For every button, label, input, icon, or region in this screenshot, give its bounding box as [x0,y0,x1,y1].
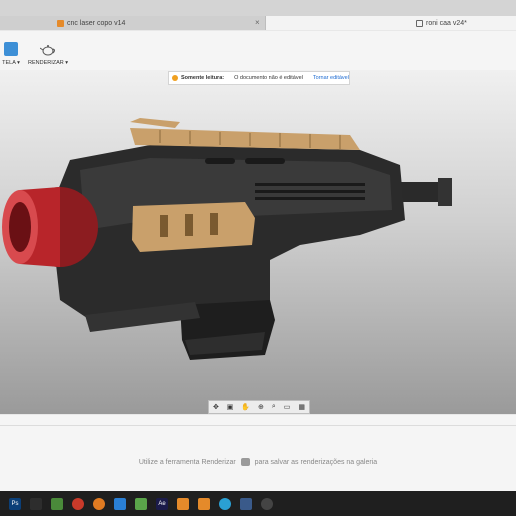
chrome-icon[interactable] [72,497,84,510]
dropbox-icon[interactable] [114,497,126,510]
edge-icon[interactable] [219,497,231,510]
zoom-icon[interactable]: ⊕ [258,403,264,411]
pan-icon[interactable]: ✋ [241,403,250,411]
warning-icon [172,75,178,81]
after-effects-icon[interactable]: Ae [156,497,168,510]
firefox-icon[interactable] [93,497,105,510]
tab-cnc-laser[interactable]: cnc laser copo v14 × [0,16,266,30]
tool-icon[interactable] [240,497,252,510]
render-menu-button[interactable]: RENDERIZAR ▾ [28,33,68,66]
divider [0,425,516,426]
fusion-active-icon[interactable] [198,497,210,510]
tab-label: roni caa v24* [426,19,467,27]
tab-label: cnc laser copo v14 [67,19,126,27]
navigation-bar: ✥ ▣ ✋ ⊕ ⌕ ▭ ▦ [208,400,310,414]
tela-menu-button[interactable]: TELA ▾ [0,33,22,66]
photoshop-icon[interactable]: Ps [9,497,21,510]
lock-icon [416,19,423,27]
tab-bar: cnc laser copo v14 × roni caa v24* [0,0,516,30]
gallery-hint: Utilize a ferramenta Renderizar para sal… [0,458,516,466]
screen-icon [4,42,18,56]
render-gallery: Utilize a ferramenta Renderizar para sal… [0,415,516,491]
tab-roni-caa[interactable]: roni caa v24* [266,16,516,30]
look-at-icon[interactable]: ▣ [227,403,234,411]
render-icon [240,458,250,466]
design-file-icon [57,19,64,27]
tela-label: TELA ▾ [2,60,20,66]
hint-text-start: Utilize a ferramenta Renderizar [138,458,236,466]
render-label: RENDERIZAR ▾ [27,60,69,66]
hint-text-end: para salvar as renderizações na galeria [254,458,378,466]
zoom-window-icon[interactable]: ⌕ [272,403,276,411]
readonly-message: O documento não é editável [234,75,303,81]
readonly-title: Somente leitura: [181,75,225,81]
clock-icon[interactable] [261,497,273,510]
fusion-icon[interactable] [177,497,189,510]
readonly-banner: Somente leitura: O documento não é editá… [168,71,350,85]
taskbar: Ps Ae [0,491,516,516]
toolbar: TELA ▾ RENDERIZAR ▾ [0,31,516,71]
close-tab-button[interactable]: × [255,16,260,30]
make-editable-link[interactable]: Tornar editável [313,75,349,81]
display-settings-icon[interactable]: ▭ [284,403,291,411]
3d-viewport[interactable]: Somente leitura: O documento não é editá… [0,70,516,414]
app-icon[interactable] [30,497,42,510]
folder-icon[interactable] [51,497,63,510]
grid-settings-icon[interactable]: ▦ [298,403,305,411]
vpn-icon[interactable] [135,497,147,510]
teapot-icon [40,45,55,56]
gun-model-render [2,118,452,360]
orbit-icon[interactable]: ✥ [213,403,219,411]
